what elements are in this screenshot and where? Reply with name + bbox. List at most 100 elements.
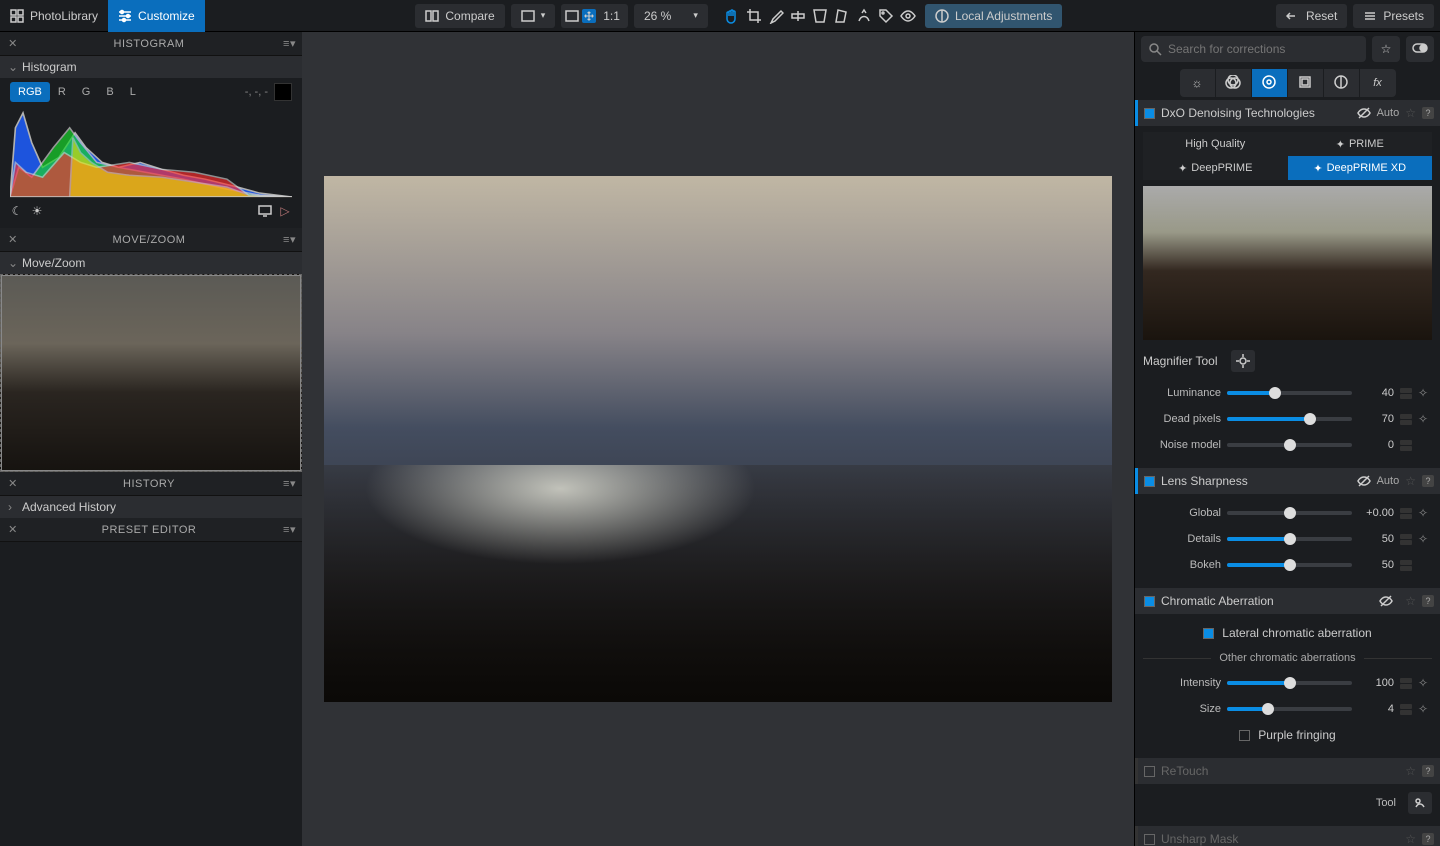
horizon-tool-icon[interactable]: [787, 9, 809, 23]
local-adjustments-button[interactable]: Local Adjustments: [925, 4, 1062, 28]
movezoom-sub-header[interactable]: ⌄ Move/Zoom: [0, 252, 302, 274]
panel-menu-icon[interactable]: ≡▾: [278, 37, 296, 50]
help-icon[interactable]: ?: [1422, 833, 1434, 845]
help-icon[interactable]: ?: [1422, 107, 1434, 119]
tab-deepprime[interactable]: ✦DeepPRIME: [1143, 156, 1288, 180]
tab-effects[interactable]: fx: [1360, 69, 1396, 97]
repair-tool-icon[interactable]: [853, 9, 875, 23]
magic-wand-icon[interactable]: ✧: [1418, 702, 1432, 716]
channel-b[interactable]: B: [98, 82, 121, 102]
search-input[interactable]: [1168, 42, 1358, 56]
history-sub-header[interactable]: › Advanced History: [0, 496, 302, 518]
close-icon[interactable]: ✕: [6, 523, 20, 536]
help-icon[interactable]: ?: [1422, 475, 1434, 487]
lens-sharpness-header[interactable]: Lens Sharpness Auto ☆ ?: [1135, 468, 1440, 494]
one-to-one-button[interactable]: 1:1: [599, 9, 624, 23]
panel-menu-icon[interactable]: ≡▾: [278, 233, 296, 246]
chroma-name: Chromatic Aberration: [1161, 594, 1373, 608]
magic-wand-icon[interactable]: ✧: [1418, 532, 1432, 546]
tab-geometry[interactable]: [1288, 69, 1324, 97]
favorite-filter-button[interactable]: ☆: [1372, 36, 1400, 62]
section-checkbox[interactable]: [1144, 476, 1155, 487]
photolibrary-tab[interactable]: PhotoLibrary: [0, 0, 108, 32]
ca-intensity-slider: Intensity 100 ✧: [1143, 670, 1432, 696]
eye-off-icon[interactable]: [1379, 594, 1393, 608]
panel-menu-icon[interactable]: ≡▾: [278, 477, 296, 490]
close-icon[interactable]: ✕: [6, 477, 20, 490]
toggle-filter-button[interactable]: [1406, 36, 1434, 62]
hand-tool-icon[interactable]: [721, 9, 743, 23]
channel-l[interactable]: L: [122, 82, 144, 102]
purple-fringing-row[interactable]: Purple fringing: [1143, 722, 1432, 748]
section-checkbox[interactable]: [1144, 596, 1155, 607]
presets-button[interactable]: Presets: [1353, 4, 1434, 28]
denoise-auto[interactable]: Auto: [1377, 107, 1400, 119]
tab-prime[interactable]: ✦PRIME: [1288, 132, 1433, 156]
star-icon[interactable]: ☆: [1405, 594, 1416, 608]
tab-light[interactable]: ☼: [1180, 69, 1216, 97]
movezoom-preview[interactable]: [0, 274, 302, 472]
tag-tool-icon[interactable]: [875, 9, 897, 23]
section-checkbox[interactable]: [1144, 834, 1155, 845]
retouch-tool-button[interactable]: [1408, 792, 1432, 814]
reset-button[interactable]: Reset: [1276, 4, 1347, 28]
monitor-icon[interactable]: [258, 204, 272, 218]
preview-eye-icon[interactable]: [897, 9, 919, 23]
magic-wand-icon[interactable]: ✧: [1418, 676, 1432, 690]
section-checkbox[interactable]: [1144, 108, 1155, 119]
customize-tab[interactable]: Customize: [108, 0, 205, 32]
crop-tool-icon[interactable]: [743, 9, 765, 23]
fit-icon[interactable]: [565, 9, 579, 23]
denoise-preview[interactable]: [1143, 186, 1432, 340]
magnifier-target-button[interactable]: [1231, 350, 1255, 372]
channel-r[interactable]: R: [50, 82, 74, 102]
close-icon[interactable]: ✕: [6, 37, 20, 50]
play-icon[interactable]: ▷: [278, 204, 292, 218]
lateral-ca-row[interactable]: Lateral chromatic aberration: [1143, 620, 1432, 646]
reshape-tool-icon[interactable]: [831, 9, 853, 23]
retouch-header[interactable]: ReTouch ☆ ?: [1135, 758, 1440, 784]
panel-menu-icon[interactable]: ≡▾: [278, 523, 296, 536]
view-mode-dropdown[interactable]: ▾: [511, 4, 556, 28]
tab-color[interactable]: [1216, 69, 1252, 97]
chroma-header[interactable]: Chromatic Aberration ☆ ?: [1135, 588, 1440, 614]
magic-wand-icon[interactable]: ✧: [1418, 412, 1432, 426]
star-icon[interactable]: ☆: [1405, 764, 1416, 778]
help-icon[interactable]: ?: [1422, 765, 1434, 777]
stepper[interactable]: [1400, 414, 1412, 425]
magic-wand-icon[interactable]: ✧: [1418, 386, 1432, 400]
star-icon[interactable]: ☆: [1405, 106, 1416, 120]
magic-wand-icon[interactable]: ✧: [1418, 506, 1432, 520]
stepper[interactable]: [1400, 388, 1412, 399]
help-icon[interactable]: ?: [1422, 595, 1434, 607]
eye-off-icon[interactable]: [1357, 106, 1371, 120]
channel-g[interactable]: G: [74, 82, 99, 102]
histogram-sub-header[interactable]: ⌄ Histogram: [0, 56, 302, 78]
section-checkbox[interactable]: [1144, 766, 1155, 777]
highlight-clip-icon[interactable]: ☀: [30, 204, 44, 218]
shadow-clip-icon[interactable]: ☾: [10, 204, 24, 218]
perspective-tool-icon[interactable]: [809, 9, 831, 23]
eye-off-icon[interactable]: [1357, 474, 1371, 488]
purple-checkbox[interactable]: [1239, 730, 1250, 741]
tab-deepprime-xd[interactable]: ✦DeepPRIME XD: [1288, 156, 1433, 180]
tab-high-quality[interactable]: High Quality: [1143, 132, 1288, 156]
unsharp-header[interactable]: Unsharp Mask ☆ ?: [1135, 826, 1440, 846]
tab-detail[interactable]: [1252, 69, 1288, 97]
move-tool-icon[interactable]: [582, 9, 596, 23]
channel-rgb[interactable]: RGB: [10, 82, 50, 102]
image-viewer[interactable]: [302, 32, 1134, 846]
star-icon[interactable]: ☆: [1405, 474, 1416, 488]
search-corrections[interactable]: [1141, 36, 1366, 62]
corrections-scroll[interactable]: DxO Denoising Technologies Auto ☆ ? High…: [1135, 100, 1440, 846]
close-icon[interactable]: ✕: [6, 233, 20, 246]
lens-auto[interactable]: Auto: [1377, 475, 1400, 487]
tab-local[interactable]: [1324, 69, 1360, 97]
stepper[interactable]: [1400, 440, 1412, 451]
eyedropper-icon[interactable]: [765, 9, 787, 23]
denoise-section-header[interactable]: DxO Denoising Technologies Auto ☆ ?: [1135, 100, 1440, 126]
zoom-dropdown[interactable]: 26 %▾: [634, 4, 708, 28]
compare-button[interactable]: Compare: [415, 4, 504, 28]
lateral-checkbox[interactable]: [1203, 628, 1214, 639]
star-icon[interactable]: ☆: [1405, 832, 1416, 846]
